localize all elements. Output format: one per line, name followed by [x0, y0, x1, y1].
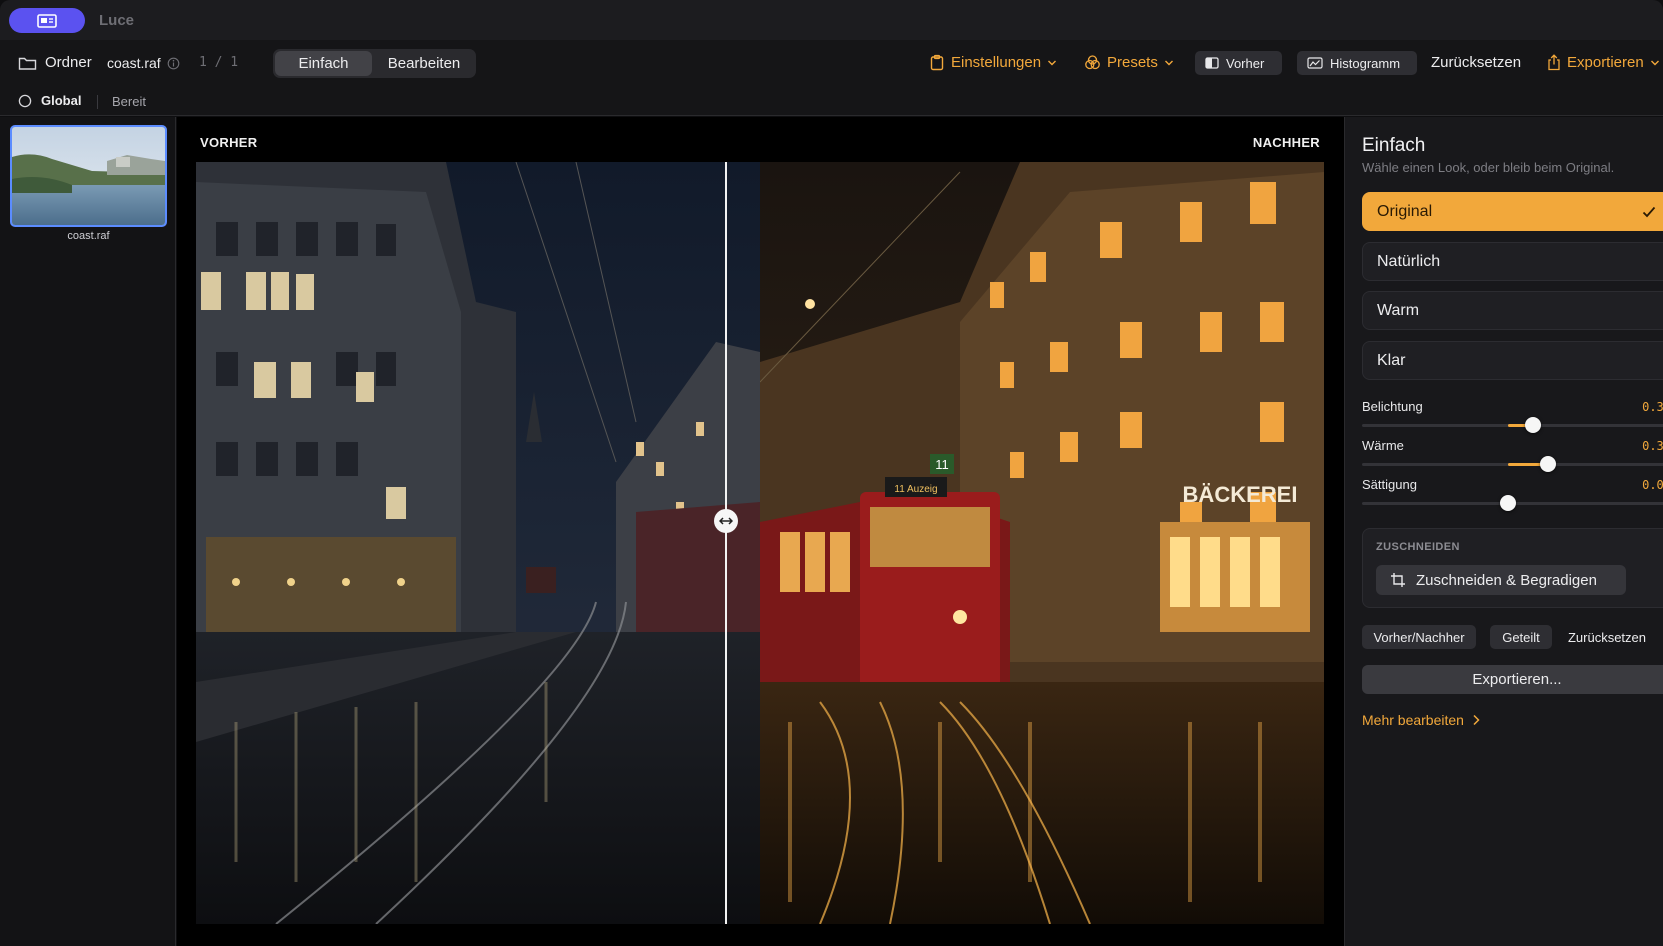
- look-label: Natürlich: [1377, 252, 1441, 270]
- saturation-label: Sättigung: [1362, 477, 1417, 492]
- file-counter: 1 / 1: [199, 55, 239, 70]
- split-divider[interactable]: [725, 162, 727, 924]
- exposure-value: 0.35: [1642, 400, 1663, 414]
- filmstrip: coast.raf: [0, 117, 176, 946]
- crop-straighten-button[interactable]: Zuschneiden & Begradigen: [1376, 565, 1626, 595]
- look-natuerlich[interactable]: Natürlich: [1362, 242, 1663, 281]
- before-toggle-button[interactable]: Vorher: [1195, 51, 1282, 75]
- crop-section: ZUSCHNEIDEN Zuschneiden & Begradigen: [1362, 528, 1663, 608]
- more-edit-link[interactable]: Mehr bearbeiten: [1362, 712, 1480, 728]
- svg-text:11: 11: [935, 457, 949, 472]
- toolbar: Ordner coast.raf 1 / 1 Einfach Bearbeite…: [0, 40, 1663, 86]
- after-image: 11 Auzeig 11 BÄCKEREI: [760, 162, 1324, 924]
- comparison-photo: 11 Auzeig 11 BÄCKEREI: [196, 162, 1324, 924]
- presets-label: Presets: [1107, 54, 1158, 71]
- file-name: coast.raf: [107, 55, 161, 71]
- thumbnail-image: [12, 127, 165, 225]
- app-icon: [37, 13, 57, 28]
- image-canvas: VORHER NACHHER 11 Auzeig 11 BÄCKEREI: [177, 117, 1344, 946]
- chevron-down-icon: [1048, 60, 1057, 65]
- before-caption: VORHER: [200, 135, 258, 150]
- warmth-slider[interactable]: [1362, 456, 1663, 472]
- exposure-slider[interactable]: [1362, 417, 1663, 433]
- status-bar: Global Bereit: [0, 86, 1663, 116]
- histogram-label: Histogramm: [1330, 55, 1401, 71]
- split-button[interactable]: Geteilt: [1490, 625, 1552, 649]
- folder-label: Ordner: [45, 54, 92, 71]
- histogram-button[interactable]: Histogramm: [1297, 51, 1417, 75]
- look-label: Klar: [1377, 351, 1406, 369]
- histogram-icon: [1307, 57, 1323, 69]
- checkmark-icon: [1642, 206, 1656, 218]
- before-label: Vorher: [1226, 55, 1265, 71]
- presets-dropdown[interactable]: Presets: [1084, 54, 1174, 71]
- chevron-right-icon: [1473, 714, 1480, 726]
- mode-segmented-control: Einfach Bearbeiten: [273, 49, 476, 78]
- warmth-label: Wärme: [1362, 438, 1404, 453]
- svg-text:BÄCKEREI: BÄCKEREI: [1183, 482, 1298, 507]
- tab-einfach[interactable]: Einfach: [275, 51, 372, 76]
- split-handle[interactable]: [714, 509, 738, 533]
- warmth-knob[interactable]: [1540, 456, 1556, 472]
- compare-reset-button[interactable]: Zurücksetzen: [1560, 625, 1654, 649]
- more-edit-label: Mehr bearbeiten: [1362, 712, 1464, 728]
- exposure-knob[interactable]: [1525, 417, 1541, 433]
- open-folder-button[interactable]: Ordner: [18, 54, 92, 71]
- look-klar[interactable]: Klar: [1362, 341, 1663, 380]
- thumbnail-coast[interactable]: [10, 125, 167, 227]
- panel-title: Einfach: [1362, 135, 1426, 156]
- reset-button[interactable]: Zurücksetzen: [1431, 54, 1521, 71]
- look-warm[interactable]: Warm: [1362, 291, 1663, 330]
- drag-arrows-icon: [719, 517, 733, 525]
- chevron-down-icon: [1164, 60, 1173, 65]
- settings-label: Einstellungen: [951, 54, 1042, 71]
- settings-dropdown[interactable]: Einstellungen: [929, 54, 1057, 71]
- app-title: Luce: [99, 12, 135, 29]
- export-button[interactable]: Exportieren...: [1362, 665, 1663, 694]
- export-label: Exportieren: [1567, 54, 1644, 71]
- status-text: Bereit: [112, 94, 146, 109]
- app-switcher-button[interactable]: [9, 8, 85, 33]
- folder-icon: [18, 57, 37, 70]
- saturation-slider[interactable]: [1362, 495, 1663, 511]
- panel-subtitle: Wähle einen Look, oder bleib beim Origin…: [1362, 160, 1615, 175]
- crop-button-label: Zuschneiden & Begradigen: [1416, 571, 1597, 589]
- saturation-value: 0.00: [1642, 478, 1663, 492]
- share-icon: [1548, 54, 1560, 71]
- crop-icon: [1391, 573, 1405, 587]
- clipboard-icon: [930, 54, 944, 71]
- title-bar: Luce: [0, 0, 1663, 40]
- export-dropdown[interactable]: Exportieren: [1547, 54, 1660, 71]
- presets-icon: [1085, 55, 1100, 70]
- scope-selector[interactable]: Global: [18, 93, 81, 108]
- scope-label: Global: [41, 93, 82, 108]
- look-original[interactable]: Original: [1362, 192, 1663, 231]
- warmth-value: 0.30: [1642, 439, 1663, 453]
- right-panel: Einfach Wähle einen Look, oder bleib bei…: [1344, 117, 1663, 946]
- saturation-knob[interactable]: [1500, 495, 1516, 511]
- status-divider: [97, 95, 98, 109]
- look-label: Warm: [1377, 301, 1420, 319]
- after-caption: NACHHER: [1252, 135, 1320, 150]
- split-view-icon: [1205, 57, 1219, 69]
- chevron-down-icon: [1650, 60, 1659, 65]
- crop-section-label: ZUSCHNEIDEN: [1376, 541, 1460, 553]
- radio-circle-icon: [18, 94, 32, 107]
- look-label: Original: [1377, 202, 1433, 220]
- file-info: coast.raf: [107, 55, 180, 71]
- exposure-label: Belichtung: [1362, 399, 1423, 414]
- before-after-button[interactable]: Vorher/Nachher: [1362, 625, 1476, 649]
- before-image: [196, 162, 760, 924]
- svg-text:11 Auzeig: 11 Auzeig: [894, 484, 937, 495]
- tab-bearbeiten[interactable]: Bearbeiten: [374, 51, 474, 76]
- thumbnail-caption: coast.raf: [67, 230, 110, 242]
- info-icon[interactable]: [167, 57, 180, 70]
